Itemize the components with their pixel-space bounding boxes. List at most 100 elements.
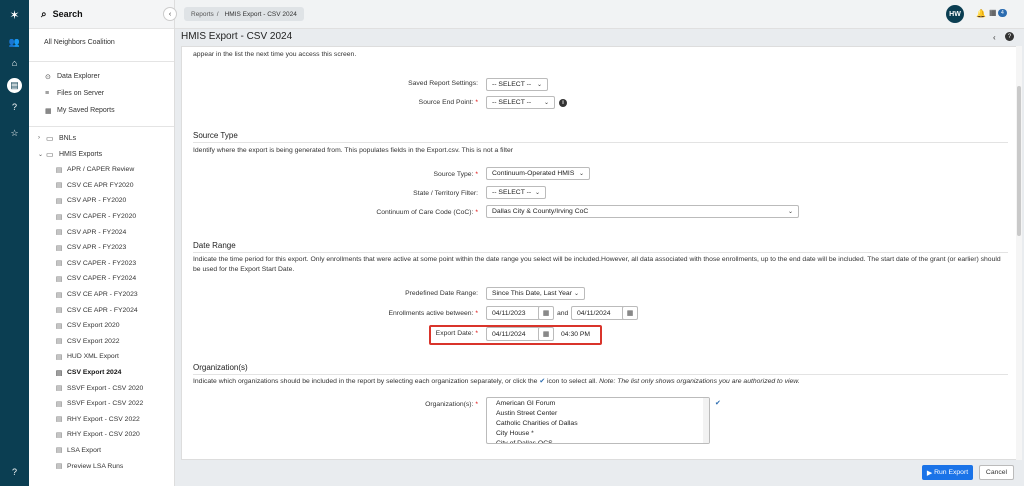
start-date-input[interactable]: 04/11/2023	[486, 306, 540, 320]
breadcrumb-reports[interactable]: Reports	[191, 11, 214, 18]
sidebar-link-label: My Saved Reports	[57, 107, 115, 114]
section-source-type: Source Type	[193, 131, 238, 140]
report-icon: ▤	[55, 166, 63, 174]
organization-option[interactable]: City of Dallas OCS	[487, 438, 709, 444]
chevron-down-icon: ⌄	[543, 100, 549, 106]
chevron-left-icon[interactable]: ‹	[993, 33, 996, 42]
report-icon: ▤	[55, 244, 63, 252]
report-item[interactable]: ▤ HUD XML Export	[29, 349, 174, 365]
report-item[interactable]: ▤ CSV Export 2020	[29, 318, 174, 334]
report-item[interactable]: ▤ CSV CE APR - FY2023	[29, 287, 174, 303]
breadcrumb-current: HMIS Export - CSV 2024	[224, 10, 297, 18]
sidebar-link-files-on-server[interactable]: ≡ Files on Server	[29, 85, 174, 102]
report-icon: ▤	[55, 322, 63, 330]
report-icon: ▤	[55, 463, 63, 471]
sidebar-link-data-explorer[interactable]: ⊙ Data Explorer	[29, 68, 174, 85]
report-item[interactable]: ▤ CSV APR - FY2020	[29, 193, 174, 209]
highlight-box	[429, 325, 602, 345]
data-explorer-icon: ⊙	[45, 73, 51, 81]
coc-select[interactable]: Dallas City & County/Irving CoC ⌄	[486, 205, 799, 218]
report-item[interactable]: ▤ CSV CAPER - FY2024	[29, 271, 174, 287]
report-item[interactable]: ▤ Preview LSA Runs	[29, 458, 174, 474]
support-icon[interactable]: ?	[6, 465, 23, 479]
end-date-input[interactable]: 04/11/2024	[571, 306, 625, 320]
sidebar-link-my-saved-reports[interactable]: ▦ My Saved Reports	[29, 102, 174, 119]
calendar-icon[interactable]: ▦	[989, 8, 997, 17]
info-icon[interactable]: i	[559, 99, 567, 107]
chevron-down-icon: ⌄	[573, 291, 579, 297]
report-icon: ▤	[55, 213, 63, 221]
folder-bnls[interactable]: › ▭ BNLs	[29, 130, 174, 146]
report-item[interactable]: ▤ CSV Export 2024	[29, 365, 174, 381]
source-type-select[interactable]: Continuum-Operated HMIS ⌄	[486, 167, 590, 180]
section-organizations: Organization(s)	[193, 363, 248, 372]
reports-icon[interactable]: ▤	[7, 78, 22, 93]
source-endpoint-select[interactable]: -- SELECT -- ⌄	[486, 96, 555, 109]
footer-bar: ▶ Run Export Cancel	[175, 460, 1024, 486]
report-label: Preview LSA Runs	[67, 462, 124, 470]
listbox-scrollbar[interactable]	[703, 398, 709, 443]
calendar-icon[interactable]: ▦	[622, 306, 638, 320]
chevron-right-icon: ›	[38, 135, 40, 141]
saved-settings-select[interactable]: -- SELECT -- ⌄	[486, 78, 548, 91]
top-bar: Reports / HMIS Export - CSV 2024 HW 🔔 ▦ …	[175, 0, 1024, 29]
scrollbar-thumb[interactable]	[1017, 86, 1021, 236]
cancel-button[interactable]: Cancel	[979, 465, 1014, 480]
sidebar-search[interactable]: ⌕ Search	[29, 0, 174, 29]
report-item[interactable]: ▤ CSV CE APR FY2020	[29, 178, 174, 194]
report-icon: ▤	[55, 400, 63, 408]
report-item[interactable]: ▤ SSVF Export - CSV 2022	[29, 396, 174, 412]
page-scrollbar[interactable]	[1016, 46, 1022, 460]
collapse-sidebar-button[interactable]: ‹	[163, 7, 177, 21]
clients-icon[interactable]: 👥	[6, 35, 23, 49]
report-label: CSV APR - FY2024	[67, 228, 127, 236]
divider	[193, 142, 1008, 143]
source-endpoint-label: Source End Point: *	[418, 99, 478, 106]
organization-option[interactable]: American GI Forum	[487, 398, 709, 408]
report-item[interactable]: ▤ LSA Export	[29, 443, 174, 459]
report-item[interactable]: ▤ CSV Export 2022	[29, 334, 174, 350]
calendar-icon[interactable]: ▦	[538, 306, 554, 320]
report-item[interactable]: ▤ APR / CAPER Review	[29, 162, 174, 178]
predefined-range-select[interactable]: Since This Date, Last Year ⌄	[486, 287, 585, 300]
report-item[interactable]: ▤ SSVF Export - CSV 2020	[29, 380, 174, 396]
favorites-icon[interactable]: ☆	[6, 126, 23, 140]
divider	[193, 374, 1008, 375]
help-icon[interactable]: ?	[1005, 32, 1014, 41]
notification-badge: 4	[998, 9, 1007, 17]
select-all-icon[interactable]: ✔	[539, 378, 545, 385]
divider	[193, 252, 1008, 253]
organization-option[interactable]: Catholic Charities of Dallas	[487, 418, 709, 428]
coc-label: Continuum of Care Code (CoC): *	[376, 209, 478, 216]
report-label: CSV CAPER - FY2024	[67, 275, 137, 283]
organization-option[interactable]: City House *	[487, 428, 709, 438]
organizations-listbox[interactable]: American GI Forum Austin Street Center Cat…	[486, 397, 710, 444]
organization-option[interactable]: Austin Street Center	[487, 408, 709, 418]
folder-label: HMIS Exports	[59, 150, 103, 158]
home-icon[interactable]: ⌂	[6, 56, 23, 70]
report-icon: ▤	[55, 338, 63, 346]
report-icon: ▤	[55, 416, 63, 424]
app-logo-icon[interactable]: ✶	[6, 8, 23, 22]
sidebar-link-label: Data Explorer	[57, 73, 100, 80]
report-item[interactable]: ▤ CSV CAPER - FY2020	[29, 209, 174, 225]
run-export-button[interactable]: ▶ Run Export	[922, 465, 973, 480]
select-all-icon[interactable]: ✔	[715, 399, 721, 407]
report-item[interactable]: ▤ CSV CAPER - FY2023	[29, 256, 174, 272]
folder-icon: ▭	[46, 133, 54, 143]
report-item[interactable]: ▤ CSV APR - FY2024	[29, 224, 174, 240]
folder-hmis-exports[interactable]: ⌄ ▭ HMIS Exports	[29, 146, 174, 162]
report-item[interactable]: ▤ RHY Export - CSV 2020	[29, 427, 174, 443]
report-item[interactable]: ▤ RHY Export - CSV 2022	[29, 412, 174, 428]
report-item[interactable]: ▤ CSV APR - FY2023	[29, 240, 174, 256]
help-icon[interactable]: ?	[6, 100, 23, 114]
avatar[interactable]: HW	[946, 5, 964, 23]
report-icon: ▤	[55, 447, 63, 455]
report-item[interactable]: ▤ CSV CE APR - FY2024	[29, 302, 174, 318]
bell-icon[interactable]: 🔔	[976, 9, 986, 18]
report-label: RHY Export - CSV 2022	[67, 415, 140, 423]
report-sidebar: ⌕ Search All Neighbors Coalition ⊙ Data …	[29, 0, 175, 486]
report-label: CSV APR - FY2023	[67, 244, 127, 252]
state-filter-select[interactable]: -- SELECT -- ⌄	[486, 186, 546, 199]
enrollments-active-label: Enrollments active between: *	[388, 310, 478, 317]
